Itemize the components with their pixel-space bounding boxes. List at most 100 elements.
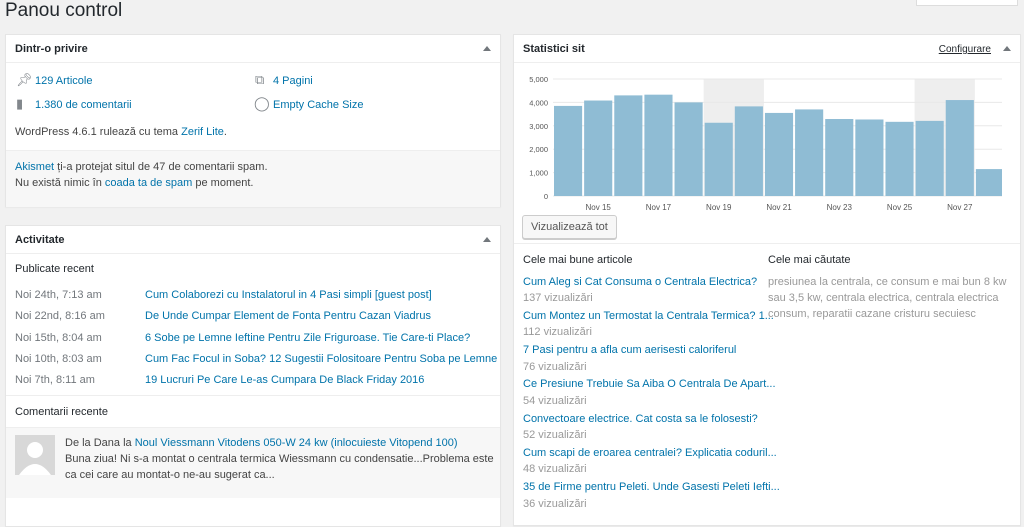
visits-bar[interactable] (584, 100, 613, 196)
y-tick-label: 2,000 (529, 145, 548, 154)
post-date: Noi 7th, 8:11 am (15, 374, 95, 386)
visits-bar[interactable] (674, 102, 703, 196)
visits-bar[interactable] (764, 112, 794, 196)
post-date: Noi 24th, 7:13 am (15, 289, 102, 301)
recent-post-link[interactable]: Cum Colaborezi cu Instalatorul in 4 Pasi… (145, 289, 432, 301)
site-stats-header[interactable]: Statistici sit Configurare (514, 35, 1020, 63)
comment-excerpt-line1: Buna ziua! Ni s-a montat o centrala term… (65, 453, 494, 465)
visits-bar[interactable] (885, 121, 914, 196)
divider (6, 395, 500, 396)
recent-post-link[interactable]: 6 Sobe pe Lemne Ieftine Pentru Zile Frig… (145, 332, 470, 344)
activity-header[interactable]: Activitate (6, 226, 500, 254)
at-a-glance-widget: Dintr-o privire 📌︎ 129 Articole ⧉ 4 Pagi… (5, 34, 501, 207)
visits-bar[interactable] (975, 169, 1004, 196)
post-date: Noi 15th, 8:04 am (15, 332, 102, 344)
cache-icon: ◯ (254, 95, 270, 111)
comments-heading: Comentarii recente (15, 406, 108, 418)
y-tick-label: 5,000 (529, 75, 548, 84)
y-tick-label: 1,000 (529, 169, 548, 178)
pages-icon: ⧉ (255, 72, 265, 87)
comment-post-link[interactable]: Noul Viessmann Vitodens 050-W 24 kw (inl… (135, 437, 458, 449)
spam-prefix: Nu există nimic în (15, 177, 105, 189)
view-all-button[interactable]: Vizualizează tot (522, 215, 617, 239)
spam-queue-link[interactable]: coada ta de spam (105, 177, 192, 189)
x-tick-label: Nov 19 (706, 203, 732, 212)
y-tick-label: 3,000 (529, 122, 548, 131)
visits-bar[interactable] (855, 119, 884, 196)
version-suffix: . (223, 126, 227, 138)
top-post-views: 76 vizualizări (523, 361, 587, 373)
visits-bar[interactable] (614, 95, 643, 196)
comments-count-link[interactable]: 1.380 de comentarii (35, 99, 132, 111)
visits-bar[interactable] (554, 105, 583, 196)
top-post-link[interactable]: 35 de Firme pentru Peleti. Unde Gasesti … (523, 481, 780, 493)
comment-icon: ▮ (16, 96, 24, 111)
visits-bar[interactable] (795, 109, 824, 196)
x-tick-label: Nov 23 (827, 203, 853, 212)
x-tick-label: Nov 15 (586, 203, 612, 212)
page-title: Panou control (5, 0, 123, 21)
theme-link[interactable]: Zerif Lite (181, 126, 224, 138)
search-terms-line: consum, reparatii cazane cristuru secuie… (768, 308, 976, 320)
screen-options-tab[interactable] (916, 0, 1018, 6)
top-post-views: 52 vizualizări (523, 429, 587, 441)
comment-author-text: De la Dana la (65, 437, 135, 449)
top-post-link[interactable]: Convectoare electrice. Cat costa sa le f… (523, 413, 758, 425)
posts-count-link[interactable]: 129 Articole (35, 75, 92, 87)
at-a-glance-header[interactable]: Dintr-o privire (6, 35, 500, 63)
visits-bar[interactable] (704, 122, 733, 196)
x-tick-label: Nov 27 (947, 203, 973, 212)
y-tick-label: 4,000 (529, 98, 548, 107)
spam-suffix: pe moment. (192, 177, 254, 189)
configure-link[interactable]: Configurare (939, 44, 991, 55)
recent-post-link[interactable]: De Unde Cumpar Element de Fonta Pentru C… (145, 310, 431, 322)
empty-cache-link[interactable]: Empty Cache Size (273, 99, 363, 111)
visits-bar[interactable] (644, 94, 673, 196)
top-post-link[interactable]: Ce Presiune Trebuie Sa Aiba O Centrala D… (523, 378, 776, 390)
x-tick-label: Nov 25 (887, 203, 913, 212)
comment-meta: De la Dana la Noul Viessmann Vitodens 05… (65, 437, 458, 449)
y-tick-label: 0 (544, 192, 548, 201)
top-post-views: 54 vizualizări (523, 395, 587, 407)
best-articles-heading: Cele mai bune articole (523, 254, 633, 266)
pin-icon: 📌︎ (16, 72, 33, 87)
published-heading: Publicate recent (15, 263, 94, 275)
top-searches-heading: Cele mai căutate (768, 254, 851, 266)
post-date: Noi 22nd, 8:16 am (15, 310, 105, 322)
activity-widget: Activitate Publicate recent Noi 24th, 7:… (5, 225, 501, 527)
visits-bar[interactable] (825, 119, 854, 196)
collapse-toggle-icon[interactable] (483, 237, 491, 242)
collapse-toggle-icon[interactable] (483, 46, 491, 51)
spam-queue-line: Nu există nimic în coada ta de spam pe m… (15, 177, 253, 189)
comment-excerpt-line2: ca cei care au montat-o ne-au sugerat ca… (65, 469, 275, 481)
visits-bar[interactable] (734, 106, 763, 196)
visits-bar[interactable] (945, 100, 974, 196)
x-tick-label: Nov 21 (766, 203, 792, 212)
activity-title: Activitate (15, 234, 65, 246)
at-a-glance-title: Dintr-o privire (15, 43, 88, 55)
collapse-toggle-icon[interactable] (1003, 46, 1011, 51)
site-stats-widget: Statistici sit Configurare 5,000 4,000 3,0… (513, 34, 1021, 526)
divider (514, 243, 1020, 244)
top-post-link[interactable]: Cum Montez un Termostat la Centrala Term… (523, 310, 774, 322)
top-post-link[interactable]: Cum Aleg si Cat Consuma o Centrala Elect… (523, 276, 757, 288)
post-date: Noi 10th, 8:03 am (15, 353, 102, 365)
x-tick-label: Nov 17 (646, 203, 672, 212)
version-text: WordPress 4.6.1 rulează cu tema (15, 126, 182, 138)
akismet-link[interactable]: Akismet (15, 161, 54, 173)
wp-version-line: WordPress 4.6.1 rulează cu tema Zerif Li… (15, 126, 227, 138)
top-post-link[interactable]: 7 Pasi pentru a afla cum aerisesti calor… (523, 344, 736, 356)
top-post-views: 137 vizualizări (523, 292, 593, 304)
recent-post-link[interactable]: 19 Lucruri Pe Care Le-as Cumpara De Blac… (145, 374, 424, 386)
top-post-views: 112 vizualizări (523, 326, 592, 338)
pages-count-link[interactable]: 4 Pagini (273, 75, 313, 87)
avatar (15, 435, 55, 475)
search-terms-line: presiunea la centrala, ce consum e mai b… (768, 276, 1007, 288)
default-avatar-icon (19, 442, 51, 475)
recent-post-link[interactable]: Cum Fac Focul in Soba? 12 Sugestii Folos… (145, 353, 497, 365)
search-terms-line: sau 3,5 kw, centrala electrica, centrala… (768, 292, 999, 304)
top-post-link[interactable]: Cum scapi de eroarea centralei? Explicat… (523, 447, 777, 459)
site-stats-title: Statistici sit (523, 43, 585, 55)
akismet-text: ți-a protejat situl de 47 de comentarii … (54, 161, 268, 173)
visits-bar[interactable] (915, 120, 944, 196)
